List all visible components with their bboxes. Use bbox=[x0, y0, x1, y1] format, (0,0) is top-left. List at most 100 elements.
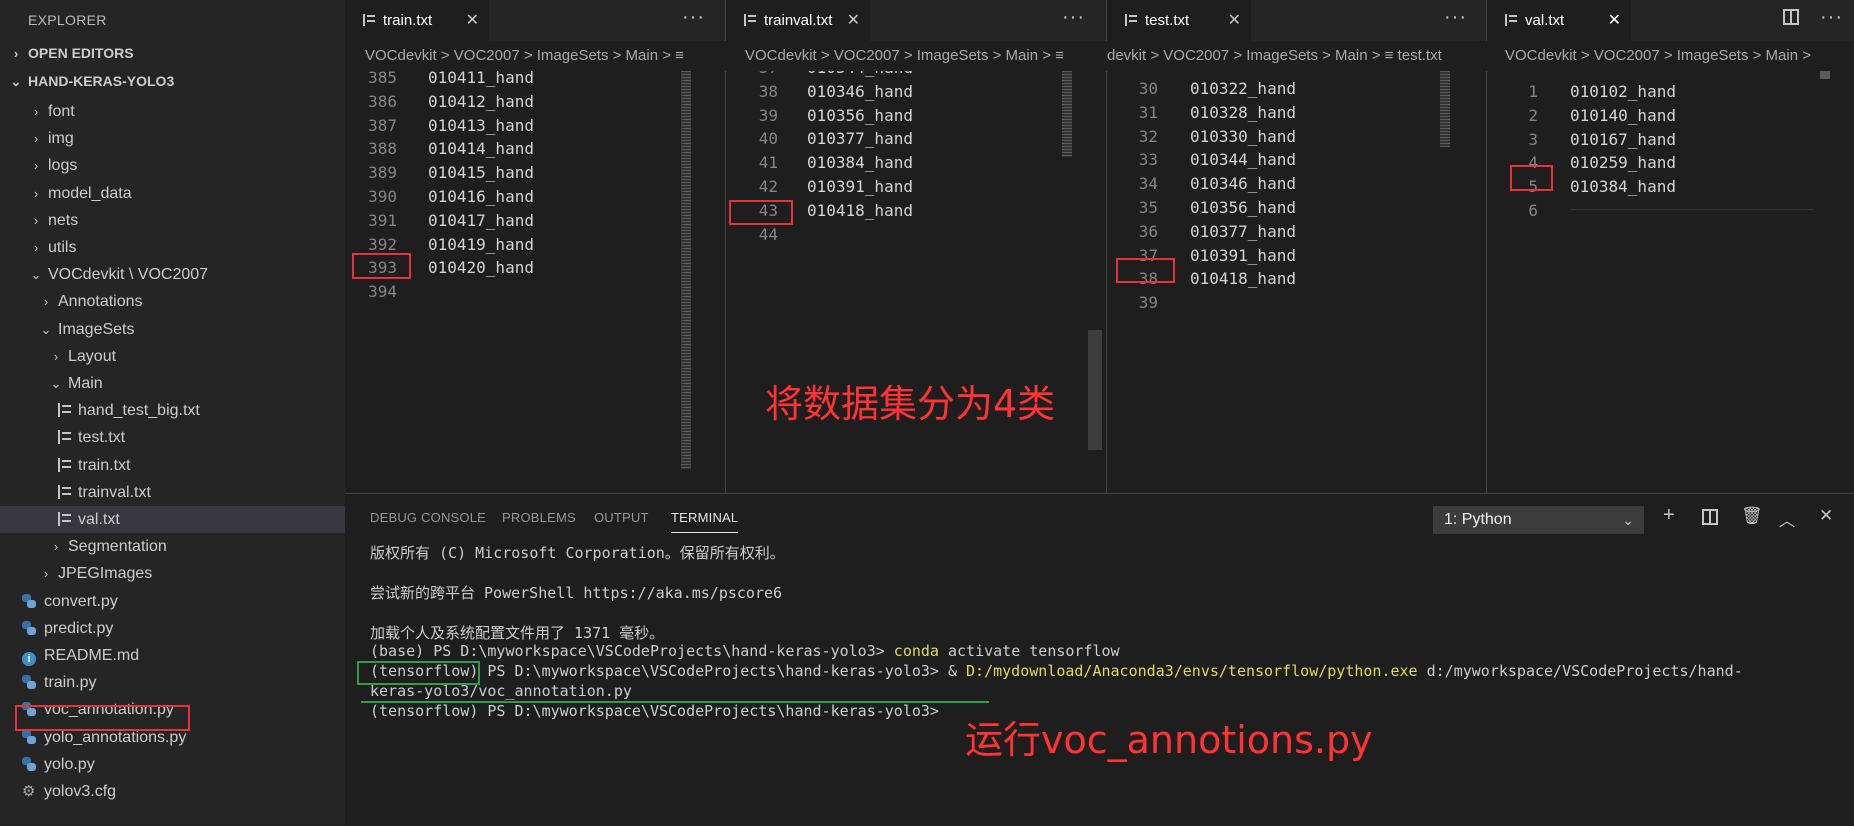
split-editor-icon[interactable] bbox=[1783, 9, 1799, 25]
code-line[interactable]: 010417_hand bbox=[428, 211, 534, 230]
code-line[interactable]: 010413_hand bbox=[428, 116, 534, 135]
tree-item-file-readme-md[interactable]: i README.md bbox=[0, 642, 345, 669]
code-line[interactable]: 010391_hand bbox=[1190, 246, 1296, 265]
tab-debug-console[interactable]: DEBUG CONSOLE bbox=[370, 510, 486, 525]
tab-output[interactable]: OUTPUT bbox=[594, 510, 649, 525]
terminal-line: 加载个人及系统配置文件用了 1371 毫秒。 bbox=[370, 624, 665, 642]
tree-item-folder-layout[interactable]: › Layout bbox=[0, 343, 345, 370]
breadcrumb[interactable]: VOCdevkit > VOC2007 > ImageSets > Main >… bbox=[365, 41, 721, 71]
code-line[interactable]: 010377_hand bbox=[807, 129, 913, 148]
tree-item-folder-nets[interactable]: › nets bbox=[0, 207, 345, 234]
code-line[interactable]: 010344_hand bbox=[1190, 150, 1296, 169]
scrollbar[interactable] bbox=[1088, 330, 1102, 450]
close-icon[interactable]: ✕ bbox=[847, 0, 860, 41]
tree-item-folder-segmentation[interactable]: › Segmentation bbox=[0, 533, 345, 560]
code-line[interactable]: 010415_hand bbox=[428, 163, 534, 182]
chevron-up-icon[interactable]: ︿ bbox=[1779, 507, 1795, 531]
highlight-line-43 bbox=[729, 200, 793, 225]
tree-item-file-train-txt[interactable]: train.txt bbox=[0, 452, 345, 479]
code-line[interactable]: 010356_hand bbox=[1190, 198, 1296, 217]
tree-item-folder-img[interactable]: › img bbox=[0, 125, 345, 152]
line-number: 42 bbox=[758, 177, 778, 196]
tree-item-folder-vocdevkit-voc2007[interactable]: ⌄ VOCdevkit \ VOC2007 bbox=[0, 261, 345, 288]
close-icon[interactable]: ✕ bbox=[1819, 506, 1833, 526]
tab-train-txt[interactable]: train.txt ✕ bbox=[345, 0, 489, 41]
code-line[interactable]: 010356_hand bbox=[807, 106, 913, 125]
new-terminal-icon[interactable]: + bbox=[1663, 504, 1675, 527]
tree-item-label: hand_test_big.txt bbox=[78, 402, 200, 420]
tree-item-folder-utils[interactable]: › utils bbox=[0, 234, 345, 261]
group-divider[interactable] bbox=[1486, 0, 1487, 493]
code-line[interactable]: 010346_hand bbox=[1190, 174, 1296, 193]
code-line[interactable]: 010419_hand bbox=[428, 235, 534, 254]
tree-item-label: JPEGImages bbox=[58, 565, 153, 583]
open-editors-section[interactable]: › OPEN EDITORS bbox=[0, 45, 345, 71]
trash-icon[interactable]: 🗑 bbox=[1741, 506, 1763, 526]
code-line[interactable]: 010384_hand bbox=[1570, 177, 1676, 196]
project-section[interactable]: ⌄ HAND-KERAS-YOLO3 bbox=[0, 73, 345, 99]
terminal-select[interactable]: 1: Python ⌄ bbox=[1433, 506, 1644, 534]
code-line[interactable]: 010416_hand bbox=[428, 187, 534, 206]
close-icon[interactable]: ✕ bbox=[1228, 0, 1241, 41]
code-line[interactable]: 010412_hand bbox=[428, 92, 534, 111]
breadcrumb[interactable]: VOCdevkit > VOC2007 > ImageSets > Main >… bbox=[745, 41, 1103, 71]
code-line[interactable]: 010167_hand bbox=[1570, 130, 1676, 149]
tab-trainval-txt[interactable]: trainval.txt ✕ bbox=[726, 0, 870, 41]
code-line[interactable]: 010420_hand bbox=[428, 258, 534, 277]
chevron-right-icon: › bbox=[13, 46, 19, 61]
tree-item-file-yolo-py[interactable]: yolo.py bbox=[0, 751, 345, 778]
code-line[interactable]: 010391_hand bbox=[807, 177, 913, 196]
breadcrumb[interactable]: devkit > VOC2007 > ImageSets > Main > ≡ … bbox=[1107, 41, 1479, 71]
chevron-down-icon: ⌄ bbox=[50, 376, 62, 391]
tree-item-file-test-txt[interactable]: test.txt bbox=[0, 424, 345, 451]
code-line[interactable]: 010418_hand bbox=[807, 201, 913, 220]
tree-item-label: Main bbox=[68, 375, 103, 392]
tree-item-file-hand-test-big-txt[interactable]: hand_test_big.txt bbox=[0, 397, 345, 424]
tree-item-folder-model-data[interactable]: › model_data bbox=[0, 180, 345, 207]
more-actions-icon[interactable]: ··· bbox=[1062, 6, 1085, 29]
split-terminal-icon[interactable] bbox=[1702, 509, 1718, 525]
code-line[interactable]: 010414_hand bbox=[428, 139, 534, 158]
code-line[interactable]: 010328_hand bbox=[1190, 103, 1296, 122]
breadcrumb[interactable]: VOCdevkit > VOC2007 > ImageSets > Main > bbox=[1505, 41, 1845, 71]
more-actions-icon[interactable]: ··· bbox=[1820, 6, 1843, 29]
code-line[interactable]: 010140_hand bbox=[1570, 106, 1676, 125]
tree-item-file-convert-py[interactable]: convert.py bbox=[0, 588, 345, 615]
tree-item-file-train-py[interactable]: train.py bbox=[0, 669, 345, 696]
group-divider[interactable] bbox=[725, 0, 726, 493]
line-number: 31 bbox=[1138, 102, 1158, 122]
code-line[interactable]: 010102_hand bbox=[1570, 82, 1676, 101]
tree-item-folder-font[interactable]: › font bbox=[0, 98, 345, 125]
minimap[interactable] bbox=[1820, 71, 1830, 79]
minimap[interactable] bbox=[1440, 71, 1450, 147]
code-line[interactable]: 010418_hand bbox=[1190, 269, 1296, 288]
tab-test-txt[interactable]: test.txt ✕ bbox=[1107, 0, 1251, 41]
tree-item-folder-logs[interactable]: › logs bbox=[0, 152, 345, 179]
tree-item-file-yolov3-cfg[interactable]: ⚙ yolov3.cfg bbox=[0, 778, 345, 805]
tree-item-folder-jpegimages[interactable]: › JPEGImages bbox=[0, 560, 345, 587]
tree-item-folder-main[interactable]: ⌄ Main bbox=[0, 370, 345, 397]
code-line[interactable]: 010330_hand bbox=[1190, 127, 1296, 146]
tree-item-file-val-txt[interactable]: val.txt bbox=[0, 506, 345, 533]
tree-item-folder-imagesets[interactable]: ⌄ ImageSets bbox=[0, 316, 345, 343]
close-icon[interactable]: ✕ bbox=[1608, 0, 1621, 41]
annotation-split-dataset: 将数据集分为4类 bbox=[765, 382, 1056, 426]
tab-problems[interactable]: PROBLEMS bbox=[502, 510, 576, 525]
tree-item-folder-annotations[interactable]: › Annotations bbox=[0, 288, 345, 315]
group-divider[interactable] bbox=[1106, 0, 1107, 493]
tab-terminal[interactable]: TERMINAL bbox=[671, 510, 739, 533]
tree-item-file-trainval-txt[interactable]: trainval.txt bbox=[0, 479, 345, 506]
close-icon[interactable]: ✕ bbox=[466, 0, 479, 41]
more-actions-icon[interactable]: ··· bbox=[1444, 6, 1467, 29]
code-line[interactable]: 010259_hand bbox=[1570, 153, 1676, 172]
tab-val-txt[interactable]: val.txt ✕ bbox=[1487, 0, 1631, 41]
code-line[interactable]: 010346_hand bbox=[807, 82, 913, 101]
tree-item-file-predict-py[interactable]: predict.py bbox=[0, 615, 345, 642]
code-line[interactable]: 010377_hand bbox=[1190, 222, 1296, 241]
more-actions-icon[interactable]: ··· bbox=[682, 6, 705, 29]
line-number: 386 bbox=[368, 91, 397, 111]
code-line[interactable]: 010322_hand bbox=[1190, 79, 1296, 98]
code-line[interactable]: 010384_hand bbox=[807, 153, 913, 172]
minimap[interactable] bbox=[1062, 71, 1072, 157]
minimap[interactable] bbox=[681, 71, 691, 469]
